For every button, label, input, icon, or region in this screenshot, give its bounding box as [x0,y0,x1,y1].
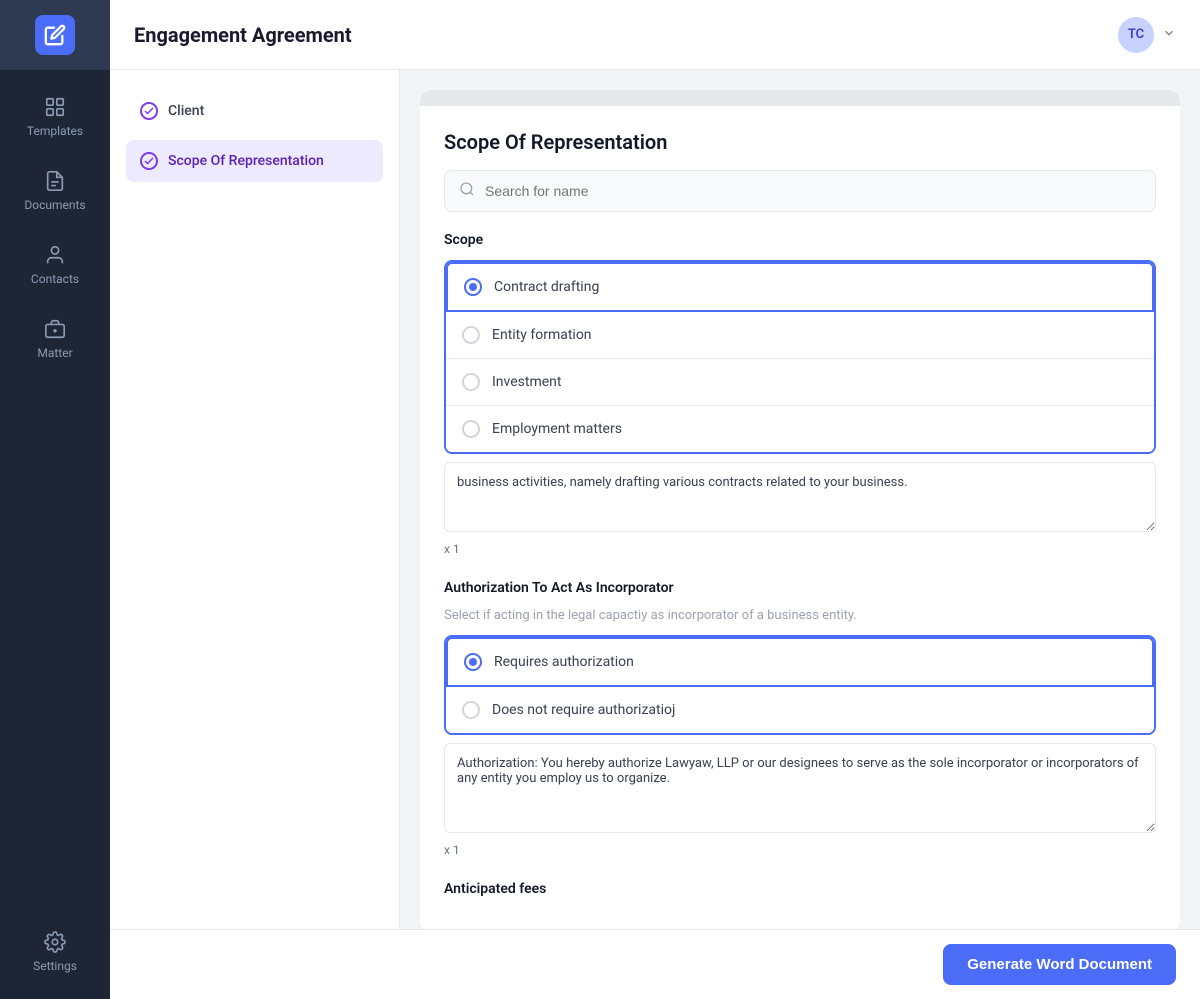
sidebar-item-settings[interactable]: Settings [0,915,110,989]
step-client[interactable]: Client [126,90,383,132]
avatar[interactable]: TC [1118,17,1154,53]
anticipated-fees-label: Anticipated fees [444,881,1156,897]
step-client-label: Client [168,103,204,119]
right-panel: Scope Of Representation Scop [400,70,1200,929]
scope-option-entity-formation-label: Entity formation [492,327,592,343]
bottom-bar: Generate Word Document [110,929,1200,999]
sidebar-item-matter[interactable]: Matter [0,302,110,376]
page-title: Engagement Agreement [134,23,352,47]
sidebar-item-settings-label: Settings [33,959,77,973]
authorization-description: Select if acting in the legal capactiy a… [444,608,1156,623]
scope-multiplier: x 1 [444,542,1156,556]
scope-textarea[interactable]: business activities, namely drafting var… [444,462,1156,532]
sidebar-item-matter-label: Matter [37,346,72,360]
scope-label: Scope [444,232,1156,248]
step-scope[interactable]: Scope Of Representation [126,140,383,182]
radio-circle-investment [462,373,480,391]
main-container: Engagement Agreement TC Client [110,0,1200,999]
sidebar-nav: Templates Documents Contacts [0,70,110,376]
section-top-divider [420,90,1180,106]
authorization-label: Authorization To Act As Incorporator [444,580,1156,596]
scope-option-investment[interactable]: Investment [446,359,1154,406]
scope-option-contract-drafting-label: Contract drafting [494,279,599,295]
step-scope-label: Scope Of Representation [168,153,324,169]
search-icon [459,181,475,201]
chevron-down-icon[interactable] [1162,25,1176,44]
sidebar-item-documents[interactable]: Documents [0,154,110,228]
generate-word-document-button[interactable]: Generate Word Document [943,944,1176,985]
section-content: Scope Of Representation Scop [420,106,1180,929]
radio-circle-requires-auth [464,653,482,671]
scope-radio-group: Contract drafting Entity formation Inves… [444,260,1156,454]
scope-option-employment-matters-label: Employment matters [492,421,622,437]
search-input[interactable] [485,183,1141,199]
sidebar-bottom: Settings [0,915,110,999]
sidebar-item-contacts[interactable]: Contacts [0,228,110,302]
scope-field-section: Scope Contract drafting Entity formation [444,232,1156,556]
top-bar-right: TC [1118,17,1176,53]
auth-option-no-auth[interactable]: Does not require authorizatioj [446,687,1154,733]
radio-circle-no-auth [462,701,480,719]
scope-option-investment-label: Investment [492,374,561,390]
step-check-client [140,102,158,120]
search-box [444,170,1156,212]
section-card: Scope Of Representation Scop [420,90,1180,929]
sidebar-logo [0,0,110,70]
scope-option-employment-matters[interactable]: Employment matters [446,406,1154,452]
left-panel: Client Scope Of Representation [110,70,400,929]
sidebar: Templates Documents Contacts [0,0,110,999]
auth-option-requires-label: Requires authorization [494,654,634,670]
scope-option-contract-drafting[interactable]: Contract drafting [446,262,1154,312]
radio-circle-entity-formation [462,326,480,344]
sidebar-item-documents-label: Documents [24,198,85,212]
auth-option-no-auth-label: Does not require authorizatioj [492,702,675,718]
logo-icon [35,15,75,55]
auth-option-requires[interactable]: Requires authorization [446,637,1154,687]
radio-circle-employment-matters [462,420,480,438]
section-heading: Scope Of Representation [444,130,1156,154]
authorization-field-section: Authorization To Act As Incorporator Sel… [444,580,1156,857]
sidebar-item-templates-label: Templates [27,124,83,138]
content-area: Client Scope Of Representation Scope Of … [110,70,1200,929]
sidebar-item-templates[interactable]: Templates [0,80,110,154]
authorization-textarea[interactable]: Authorization: You hereby authorize Lawy… [444,743,1156,833]
authorization-radio-group: Requires authorization Does not require … [444,635,1156,735]
radio-circle-contract-drafting [464,278,482,296]
step-check-scope [140,152,158,170]
sidebar-item-contacts-label: Contacts [31,272,79,286]
authorization-multiplier: x 1 [444,843,1156,857]
top-bar: Engagement Agreement TC [110,0,1200,70]
scope-option-entity-formation[interactable]: Entity formation [446,312,1154,359]
